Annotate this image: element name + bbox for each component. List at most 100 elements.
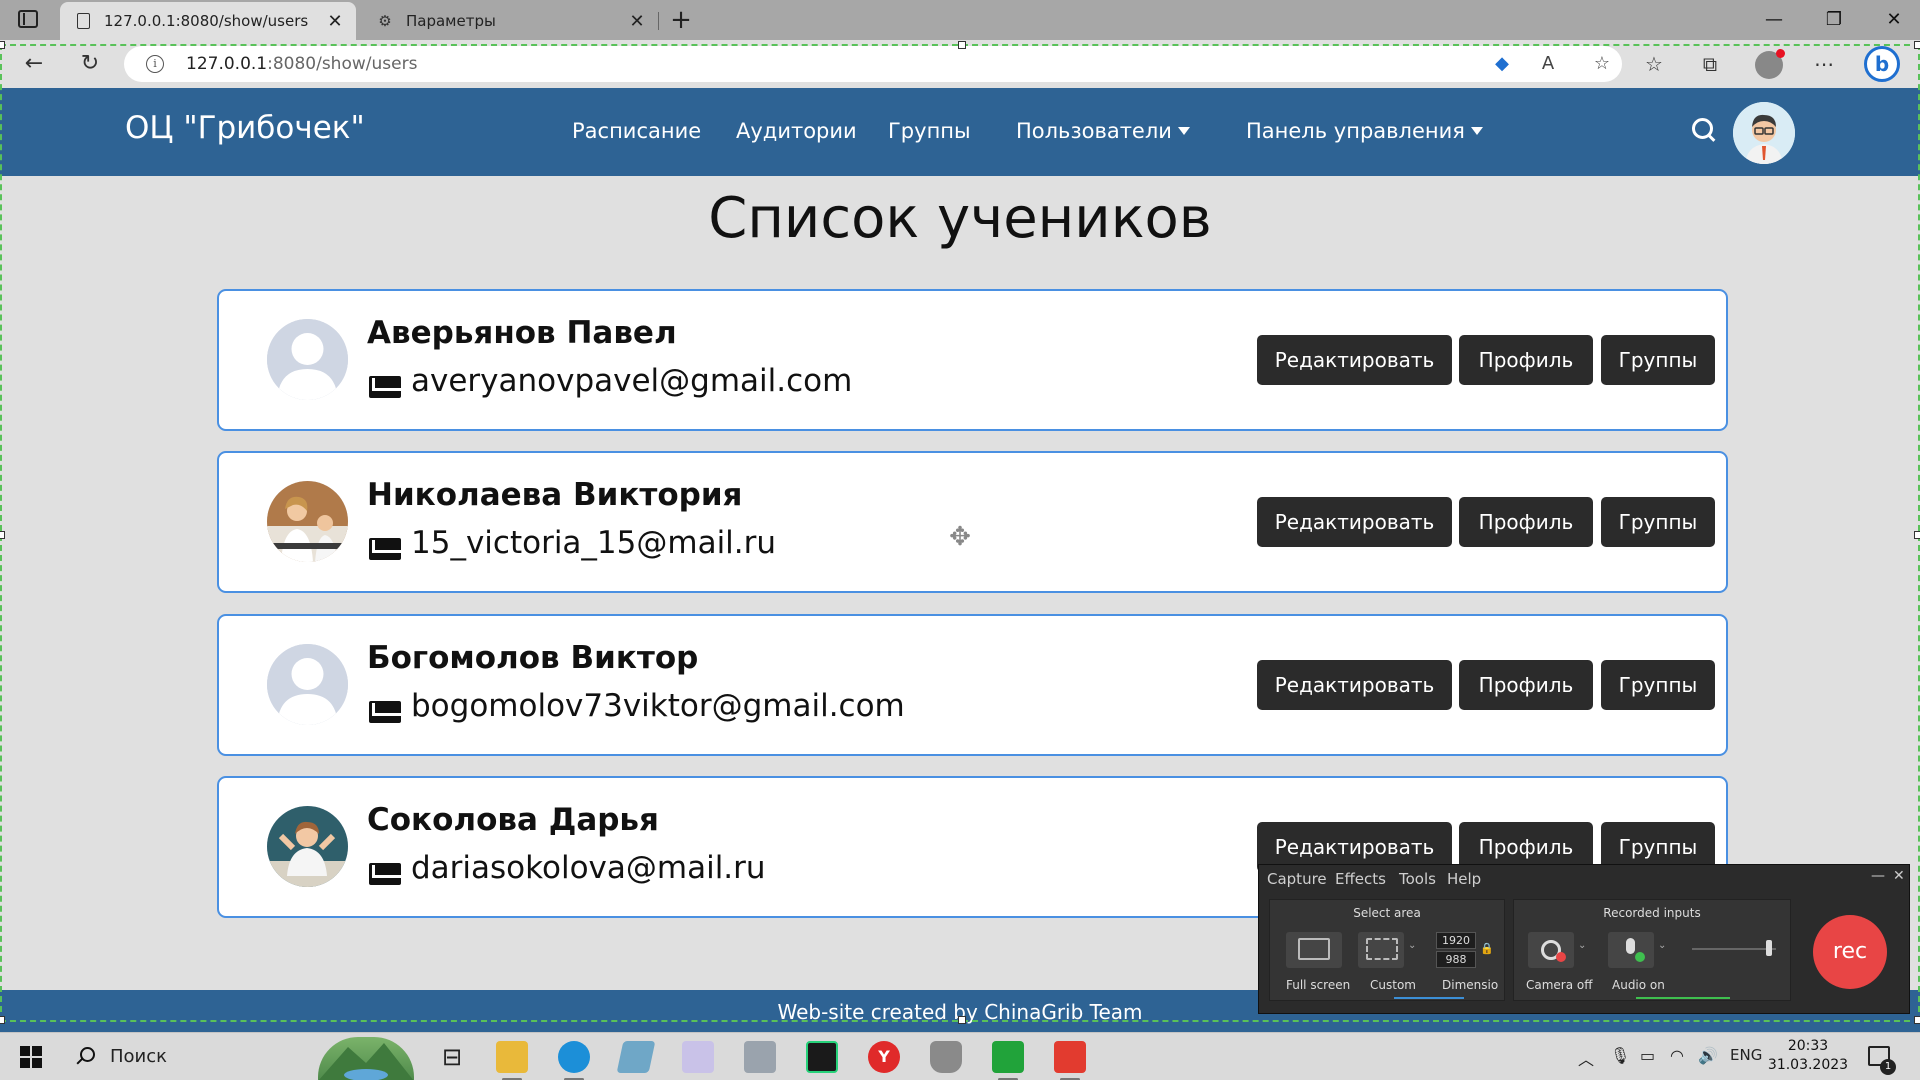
nav-users-dropdown[interactable]: Пользователи xyxy=(1016,119,1190,143)
wifi-icon[interactable]: ◠ xyxy=(1670,1046,1684,1065)
audio-on-badge xyxy=(1635,952,1645,962)
lock-icon[interactable]: 🔒 xyxy=(1480,942,1494,955)
bing-icon[interactable]: b xyxy=(1864,46,1900,82)
profile-button[interactable]: Профиль xyxy=(1459,660,1593,710)
search-highlight-image[interactable] xyxy=(318,1037,414,1080)
close-tab-icon[interactable]: ✕ xyxy=(624,11,650,32)
search-icon xyxy=(76,1047,96,1067)
clock[interactable]: 20:33 31.03.2023 xyxy=(1766,1037,1850,1075)
groups-button[interactable]: Группы xyxy=(1601,335,1715,385)
camtasia-green-icon[interactable] xyxy=(992,1041,1024,1080)
address-bar[interactable]: i 127.0.0.1:8080/show/users ◆ A ☆ xyxy=(124,46,1622,82)
file-explorer-icon[interactable] xyxy=(496,1041,528,1080)
screen-recorder-widget: Capture Effects Tools Help — ✕ Select ar… xyxy=(1258,864,1910,1014)
language-indicator[interactable]: ENG xyxy=(1730,1046,1762,1064)
minimize-button[interactable]: — xyxy=(1744,0,1804,40)
pycharm-icon[interactable] xyxy=(806,1041,838,1073)
groups-button[interactable]: Группы xyxy=(1601,497,1715,547)
edge-browser-icon[interactable] xyxy=(558,1041,590,1080)
url-host: 127.0.0.1 xyxy=(186,54,268,74)
menu-help[interactable]: Help xyxy=(1447,870,1481,888)
edit-button[interactable]: Редактировать xyxy=(1257,335,1452,385)
yandex-browser-icon[interactable]: Y xyxy=(868,1041,900,1073)
info-icon[interactable]: i xyxy=(146,55,164,73)
calculator-icon[interactable] xyxy=(744,1041,776,1073)
collections-icon[interactable]: ⧉ xyxy=(1694,48,1726,80)
audio-label: Audio on xyxy=(1612,978,1665,992)
chevron-down-icon[interactable]: ⌄ xyxy=(1578,940,1586,951)
user-avatar[interactable] xyxy=(1733,102,1795,164)
menu-capture[interactable]: Capture xyxy=(1267,870,1327,888)
volume-slider-thumb[interactable] xyxy=(1766,940,1772,956)
custom-option[interactable] xyxy=(1358,932,1404,968)
new-tab-button[interactable]: + xyxy=(666,4,696,36)
tab-users[interactable]: 127.0.0.1:8080/show/users ✕ xyxy=(60,2,356,40)
nav-groups[interactable]: Группы xyxy=(888,119,971,143)
paint-icon[interactable] xyxy=(682,1041,714,1073)
menu-effects[interactable]: Effects xyxy=(1335,870,1386,888)
resize-handle[interactable] xyxy=(1914,531,1920,539)
edit-button[interactable]: Редактировать xyxy=(1257,660,1452,710)
restore-button[interactable]: ❐ xyxy=(1804,0,1864,40)
student-name: Николаева Виктория xyxy=(367,477,743,513)
audio-option[interactable] xyxy=(1608,932,1654,968)
battery-icon[interactable]: ▭ xyxy=(1640,1046,1655,1065)
back-button[interactable]: ← xyxy=(18,48,50,80)
read-aloud-icon[interactable]: A xyxy=(1536,52,1560,76)
audio-level-indicator xyxy=(1636,997,1730,999)
favorites-icon[interactable]: ☆ xyxy=(1638,48,1670,80)
add-favorite-icon[interactable]: ☆ xyxy=(1590,52,1614,76)
profile-button[interactable]: Профиль xyxy=(1459,335,1593,385)
taskbar-search-label: Поиск xyxy=(110,1046,168,1067)
close-tab-icon[interactable]: ✕ xyxy=(322,11,348,32)
microphone-icon xyxy=(1626,938,1635,954)
volume-slider[interactable] xyxy=(1692,948,1776,950)
student-email: averyanovpavel@gmail.com xyxy=(411,363,853,399)
shopping-tag-icon[interactable]: ◆ xyxy=(1490,52,1514,76)
height-input[interactable]: 988 xyxy=(1436,951,1476,968)
nav-schedule[interactable]: Расписание xyxy=(572,119,701,143)
database-icon[interactable] xyxy=(930,1041,962,1073)
groups-button[interactable]: Группы xyxy=(1601,660,1715,710)
search-icon[interactable] xyxy=(1692,118,1718,144)
task-view-icon[interactable]: ⊟ xyxy=(436,1041,468,1073)
minimize-icon[interactable]: — xyxy=(1871,868,1885,884)
record-button[interactable]: rec xyxy=(1813,915,1887,989)
site-brand[interactable]: ОЦ "Грибочек" xyxy=(125,110,365,146)
tab-actions-icon[interactable] xyxy=(18,10,38,28)
profile-icon[interactable] xyxy=(1755,49,1785,79)
camera-option[interactable] xyxy=(1528,932,1574,968)
chevron-down-icon[interactable]: ⌄ xyxy=(1408,940,1416,951)
camera-off-badge xyxy=(1556,952,1566,962)
volume-icon[interactable]: 🔊 xyxy=(1698,1046,1718,1065)
resize-handle[interactable] xyxy=(0,531,5,539)
profile-button[interactable]: Профиль xyxy=(1459,497,1593,547)
clock-date: 31.03.2023 xyxy=(1767,1057,1849,1073)
windows-start-icon[interactable] xyxy=(20,1046,42,1068)
full-screen-option[interactable] xyxy=(1286,932,1342,968)
envelope-icon xyxy=(369,538,401,560)
dimensions-label: Dimensio xyxy=(1442,978,1499,992)
chevron-up-icon[interactable]: ︿ xyxy=(1578,1046,1594,1070)
site-header: ОЦ "Грибочек" Расписание Аудитории Групп… xyxy=(0,88,1920,176)
microphone-icon[interactable]: 🎙 xyxy=(1610,1046,1630,1065)
more-icon[interactable]: ⋯ xyxy=(1808,48,1840,80)
close-icon[interactable]: ✕ xyxy=(1893,868,1905,884)
url-text[interactable]: 127.0.0.1:8080/show/users xyxy=(186,54,417,74)
nav-rooms[interactable]: Аудитории xyxy=(736,119,857,143)
area-indicator xyxy=(1394,997,1464,999)
width-input[interactable]: 1920 xyxy=(1436,932,1476,949)
url-path: :8080/show/users xyxy=(267,54,418,74)
browser-tab-bar: 127.0.0.1:8080/show/users ✕ ⚙ Параметры … xyxy=(0,0,1920,40)
tab-settings[interactable]: ⚙ Параметры ✕ xyxy=(362,2,658,40)
close-window-button[interactable]: ✕ xyxy=(1864,0,1920,40)
nav-control-panel-dropdown[interactable]: Панель управления xyxy=(1246,119,1483,143)
reload-button[interactable]: ↻ xyxy=(74,48,106,80)
chevron-down-icon[interactable]: ⌄ xyxy=(1658,940,1666,951)
app-icon[interactable] xyxy=(616,1041,656,1073)
menu-tools[interactable]: Tools xyxy=(1399,870,1436,888)
edit-button[interactable]: Редактировать xyxy=(1257,497,1452,547)
camtasia-recorder-icon[interactable] xyxy=(1054,1041,1086,1080)
caret-down-icon xyxy=(1177,127,1190,135)
taskbar-search[interactable]: Поиск xyxy=(60,1033,310,1080)
